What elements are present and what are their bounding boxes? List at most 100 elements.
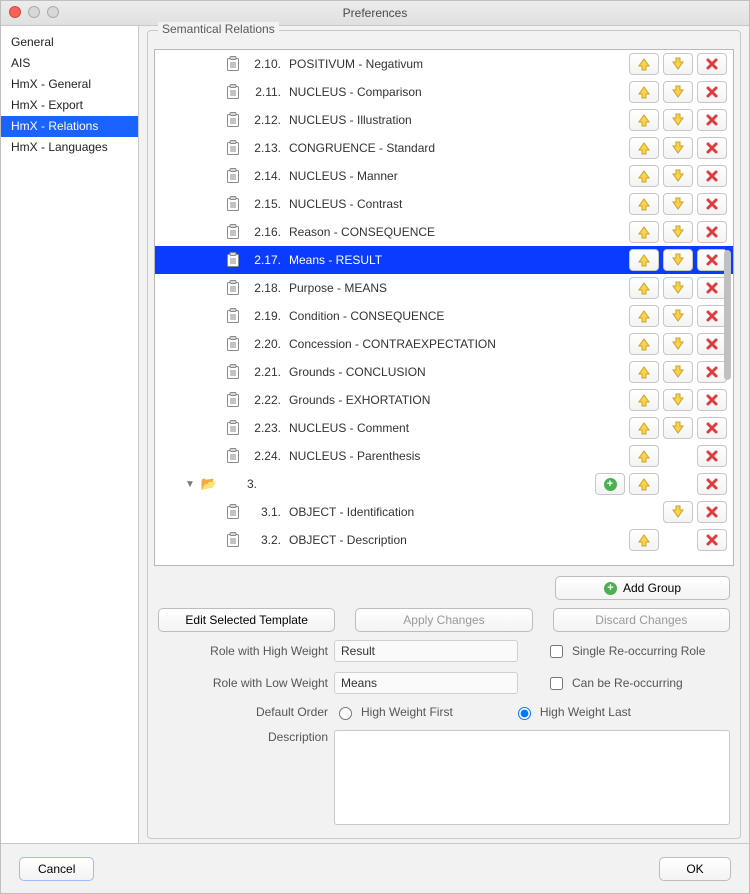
delete-button[interactable] <box>697 109 727 131</box>
delete-button[interactable] <box>697 361 727 383</box>
add-item-button[interactable]: + <box>595 473 625 495</box>
relation-row[interactable]: 2.23.NUCLEUS - Comment <box>155 414 733 442</box>
move-up-button[interactable] <box>629 333 659 355</box>
delete-button[interactable] <box>697 445 727 467</box>
sidebar-item-general[interactable]: General <box>1 32 138 53</box>
relation-row[interactable]: 2.24.NUCLEUS - Parenthesis <box>155 442 733 470</box>
move-down-button[interactable] <box>663 333 693 355</box>
move-down-button[interactable] <box>663 417 693 439</box>
move-down-button[interactable] <box>663 389 693 411</box>
window-title: Preferences <box>343 6 408 20</box>
sidebar-item-hmx-export[interactable]: HmX - Export <box>1 95 138 116</box>
single-reoccurring-checkbox[interactable] <box>550 645 563 658</box>
sidebar-item-hmx-relations[interactable]: HmX - Relations <box>1 116 138 137</box>
move-down-button[interactable] <box>663 361 693 383</box>
relation-row[interactable]: 2.22.Grounds - EXHORTATION <box>155 386 733 414</box>
disclosure-triangle-icon[interactable]: ▼ <box>183 479 197 490</box>
move-down-button[interactable] <box>663 221 693 243</box>
move-up-button[interactable] <box>629 165 659 187</box>
relation-row[interactable]: 2.14.NUCLEUS - Manner <box>155 162 733 190</box>
move-down-button[interactable] <box>663 137 693 159</box>
delete-button[interactable] <box>697 473 727 495</box>
relation-row[interactable]: 2.19.Condition - CONSEQUENCE <box>155 302 733 330</box>
move-up-button[interactable] <box>629 53 659 75</box>
move-down-button[interactable] <box>663 53 693 75</box>
delete-button[interactable] <box>697 53 727 75</box>
relation-row[interactable]: 3.1.OBJECT - Identification <box>155 498 733 526</box>
move-up-button[interactable] <box>629 389 659 411</box>
move-down-button[interactable] <box>663 277 693 299</box>
role-high-input[interactable] <box>334 640 518 662</box>
relation-row[interactable]: 2.20.Concession - CONTRAEXPECTATION <box>155 330 733 358</box>
move-up-button[interactable] <box>629 249 659 271</box>
row-number: 2.23. <box>245 421 285 435</box>
clipboard-icon <box>225 504 241 520</box>
relation-row[interactable]: 2.11.NUCLEUS - Comparison <box>155 78 733 106</box>
can-reoccurring-checkbox[interactable] <box>550 677 563 690</box>
minimize-window-button[interactable] <box>28 6 40 18</box>
row-number: 2.24. <box>245 449 285 463</box>
move-up-button[interactable] <box>629 193 659 215</box>
delete-button[interactable] <box>697 137 727 159</box>
high-weight-last-radio[interactable] <box>518 707 531 720</box>
preferences-window: Preferences GeneralAISHmX - GeneralHmX -… <box>0 0 750 894</box>
delete-button[interactable] <box>697 417 727 439</box>
move-down-button[interactable] <box>663 501 693 523</box>
move-up-button[interactable] <box>629 109 659 131</box>
delete-button[interactable] <box>697 501 727 523</box>
sidebar-item-hmx-general[interactable]: HmX - General <box>1 74 138 95</box>
relation-row[interactable]: 2.21.Grounds - CONCLUSION <box>155 358 733 386</box>
add-group-button[interactable]: + Add Group <box>555 576 730 600</box>
relation-row[interactable]: 2.18.Purpose - MEANS <box>155 274 733 302</box>
high-weight-first-radio[interactable] <box>339 707 352 720</box>
delete-button[interactable] <box>697 333 727 355</box>
ok-button[interactable]: OK <box>659 857 731 881</box>
delete-button[interactable] <box>697 529 727 551</box>
relation-row[interactable]: 2.10.POSITIVUM - Negativum <box>155 50 733 78</box>
role-low-input[interactable] <box>334 672 518 694</box>
relation-row[interactable]: 2.17.Means - RESULT <box>155 246 733 274</box>
relation-row[interactable]: 2.15.NUCLEUS - Contrast <box>155 190 733 218</box>
fieldset-legend: Semantical Relations <box>158 22 279 36</box>
move-down-button[interactable] <box>663 81 693 103</box>
row-label: Purpose - MEANS <box>289 281 625 295</box>
move-down-button[interactable] <box>663 165 693 187</box>
apply-changes-button[interactable]: Apply Changes <box>355 608 532 632</box>
scrollbar[interactable] <box>724 250 731 380</box>
move-down-button[interactable] <box>663 109 693 131</box>
move-up-button[interactable] <box>629 305 659 327</box>
move-down-button[interactable] <box>663 249 693 271</box>
delete-button[interactable] <box>697 249 727 271</box>
cancel-button[interactable]: Cancel <box>19 857 94 881</box>
move-up-button[interactable] <box>629 361 659 383</box>
delete-button[interactable] <box>697 165 727 187</box>
zoom-window-button[interactable] <box>47 6 59 18</box>
relation-row[interactable]: 2.13.CONGRUENCE - Standard <box>155 134 733 162</box>
relation-row[interactable]: 2.16.Reason - CONSEQUENCE <box>155 218 733 246</box>
relation-row[interactable]: 3.2.OBJECT - Description <box>155 526 733 554</box>
edit-selected-template-button[interactable]: Edit Selected Template <box>158 608 335 632</box>
delete-button[interactable] <box>697 305 727 327</box>
group-row[interactable]: ▼📂3.+ <box>155 470 733 498</box>
move-down-button[interactable] <box>663 193 693 215</box>
delete-button[interactable] <box>697 81 727 103</box>
move-up-button[interactable] <box>629 417 659 439</box>
delete-button[interactable] <box>697 221 727 243</box>
move-down-button[interactable] <box>663 305 693 327</box>
sidebar-item-hmx-languages[interactable]: HmX - Languages <box>1 137 138 158</box>
move-up-button[interactable] <box>629 277 659 299</box>
sidebar-item-ais[interactable]: AIS <box>1 53 138 74</box>
relation-row[interactable]: 2.12.NUCLEUS - Illustration <box>155 106 733 134</box>
discard-changes-button[interactable]: Discard Changes <box>553 608 730 632</box>
delete-button[interactable] <box>697 193 727 215</box>
description-textarea[interactable] <box>334 730 730 825</box>
move-up-button[interactable] <box>629 473 659 495</box>
close-window-button[interactable] <box>9 6 21 18</box>
move-up-button[interactable] <box>629 221 659 243</box>
move-up-button[interactable] <box>629 445 659 467</box>
delete-button[interactable] <box>697 277 727 299</box>
delete-button[interactable] <box>697 389 727 411</box>
move-up-button[interactable] <box>629 137 659 159</box>
move-up-button[interactable] <box>629 529 659 551</box>
move-up-button[interactable] <box>629 81 659 103</box>
